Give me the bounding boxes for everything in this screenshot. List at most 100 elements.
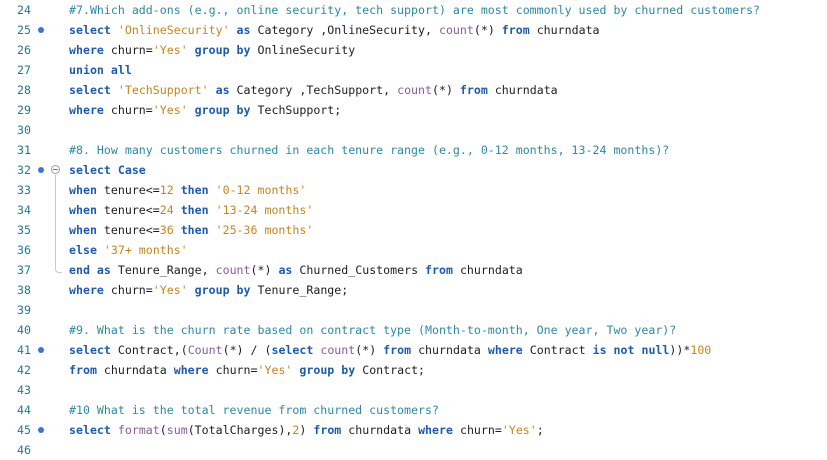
code-text: end as Tenure_Range, count(*) as Churned… [69,263,523,277]
code-text: where churn='Yes' group by TechSupport; [69,103,341,117]
line-number: 36 [17,243,31,257]
code-token: count [215,263,251,277]
code-token: churndata [418,343,488,357]
code-token: OnlineSecurity [257,43,356,57]
code-token: then [173,203,216,217]
code-token: 'Yes' [152,103,188,117]
code-line[interactable]: 37 end as Tenure_Range, count(*) as Churn… [0,260,827,280]
code-token: where [173,363,216,377]
code-text: select format(sum(TotalCharges),2) from … [69,423,544,437]
code-token: from [313,423,349,437]
code-token: when [69,183,104,197]
code-token: Category ,TechSupport, [236,83,398,97]
code-token: 'Yes' [152,43,188,57]
code-text: when tenure<=12 then '0-12 months' [69,183,306,197]
code-text: where churn='Yes' group by OnlineSecurit… [69,43,355,57]
code-token: Churned_Customers [299,263,426,277]
code-token: 'Yes' [257,363,293,377]
code-token: TechSupport; [257,103,342,117]
breakpoint-dot-icon[interactable] [38,427,44,433]
line-number: 35 [17,223,31,237]
breakpoint-dot-icon[interactable] [38,27,44,33]
code-token: Tenure_Range; [257,283,349,297]
line-number: 37 [17,263,31,277]
code-line[interactable]: 31 #8. How many customers churned in each… [0,140,827,160]
code-text: #10 What is the total revenue from churn… [69,403,439,417]
code-line[interactable]: 30 [0,120,827,140]
code-line[interactable]: 33 when tenure<=12 then '0-12 months' [0,180,827,200]
code-token: where [69,43,111,57]
code-token: select [271,343,321,357]
line-number: 41 [17,343,31,357]
code-token: ; [536,423,544,437]
fold-collapse-icon[interactable] [51,165,60,174]
code-token: select Case [69,163,146,177]
sql-editor[interactable]: 24 #7.Which add-ons (e.g., online securit… [0,0,827,460]
code-token: ) [299,423,314,437]
code-token: Contract; [362,363,426,377]
code-token: when [69,223,104,237]
line-number: 27 [17,63,31,77]
code-token: churndata [348,423,419,437]
code-token: churn= [215,363,258,377]
code-line[interactable]: 44 #10 What is the total revenue from chu… [0,400,827,420]
code-token: select [69,423,118,437]
code-text: select 'OnlineSecurity' as Category ,Onl… [69,23,600,37]
code-token: ( [159,423,167,437]
code-text: #8. How many customers churned in each t… [69,143,669,157]
code-token: #7.Which add-ons (e.g., online security,… [69,3,761,17]
code-token: sum [166,423,188,437]
code-token: when [69,203,104,217]
code-line[interactable]: 46 [0,440,827,460]
code-token: (*) [473,23,502,37]
code-token: where [69,103,111,117]
code-token: churndata [459,263,523,277]
code-token: group by [187,43,258,57]
code-line[interactable]: 34 when tenure<=24 then '13-24 months' [0,200,827,220]
code-token: format [117,423,160,437]
code-token: Category ,OnlineSecurity, [257,23,439,37]
code-line[interactable]: 41 select Contract,(Count(*) / (select co… [0,340,827,360]
code-text: when tenure<=36 then '25-36 months' [69,223,313,237]
code-line[interactable]: 42 from churndata where churn='Yes' group… [0,360,827,380]
line-number: 43 [17,383,31,397]
code-token: churn= [110,43,153,57]
code-token: (*) [250,263,279,277]
code-line[interactable]: 36 else '37+ months' [0,240,827,260]
code-line[interactable]: 43 [0,380,827,400]
line-number: 45 [17,423,31,437]
code-line[interactable]: 39 [0,300,827,320]
code-token: 'Yes' [152,283,188,297]
code-token: count [438,23,474,37]
code-line[interactable]: 35 when tenure<=36 then '25-36 months' [0,220,827,240]
code-token: from [501,23,537,37]
line-number: 31 [17,143,31,157]
code-text: select Case [69,163,146,177]
breakpoint-dot-icon[interactable] [38,167,44,173]
breakpoint-dot-icon[interactable] [38,347,44,353]
line-number: 44 [17,403,31,417]
code-line[interactable]: 40 #9. What is the churn rate based on co… [0,320,827,340]
code-token: from [69,363,104,377]
line-number: 28 [17,83,31,97]
code-token: end as [69,263,118,277]
code-line[interactable]: 32 select Case [0,160,827,180]
code-line[interactable]: 29 where churn='Yes' group by TechSupport… [0,100,827,120]
code-line[interactable]: 25 select 'OnlineSecurity' as Category ,O… [0,20,827,40]
code-token: #8. How many customers churned in each t… [69,143,670,157]
code-token: (*) / ( [222,343,272,357]
code-line[interactable]: 28 select 'TechSupport' as Category ,Tech… [0,80,827,100]
code-token: select [69,83,118,97]
line-number: 24 [17,3,31,17]
code-token: #9. What is the churn rate based on cont… [69,323,677,337]
code-line[interactable]: 26 where churn='Yes' group by OnlineSecur… [0,40,827,60]
code-line[interactable]: 24 #7.Which add-ons (e.g., online securit… [0,0,827,20]
code-line[interactable]: 38 where churn='Yes' group by Tenure_Rang… [0,280,827,300]
code-token: '37+ months' [103,243,188,257]
code-line[interactable]: 27 union all [0,60,827,80]
code-token: Count [187,343,223,357]
code-token: group by [292,363,363,377]
code-text: select Contract,(Count(*) / (select coun… [69,343,711,357]
code-line[interactable]: 45 select format(sum(TotalCharges),2) fro… [0,420,827,440]
code-token: 100 [690,343,712,357]
